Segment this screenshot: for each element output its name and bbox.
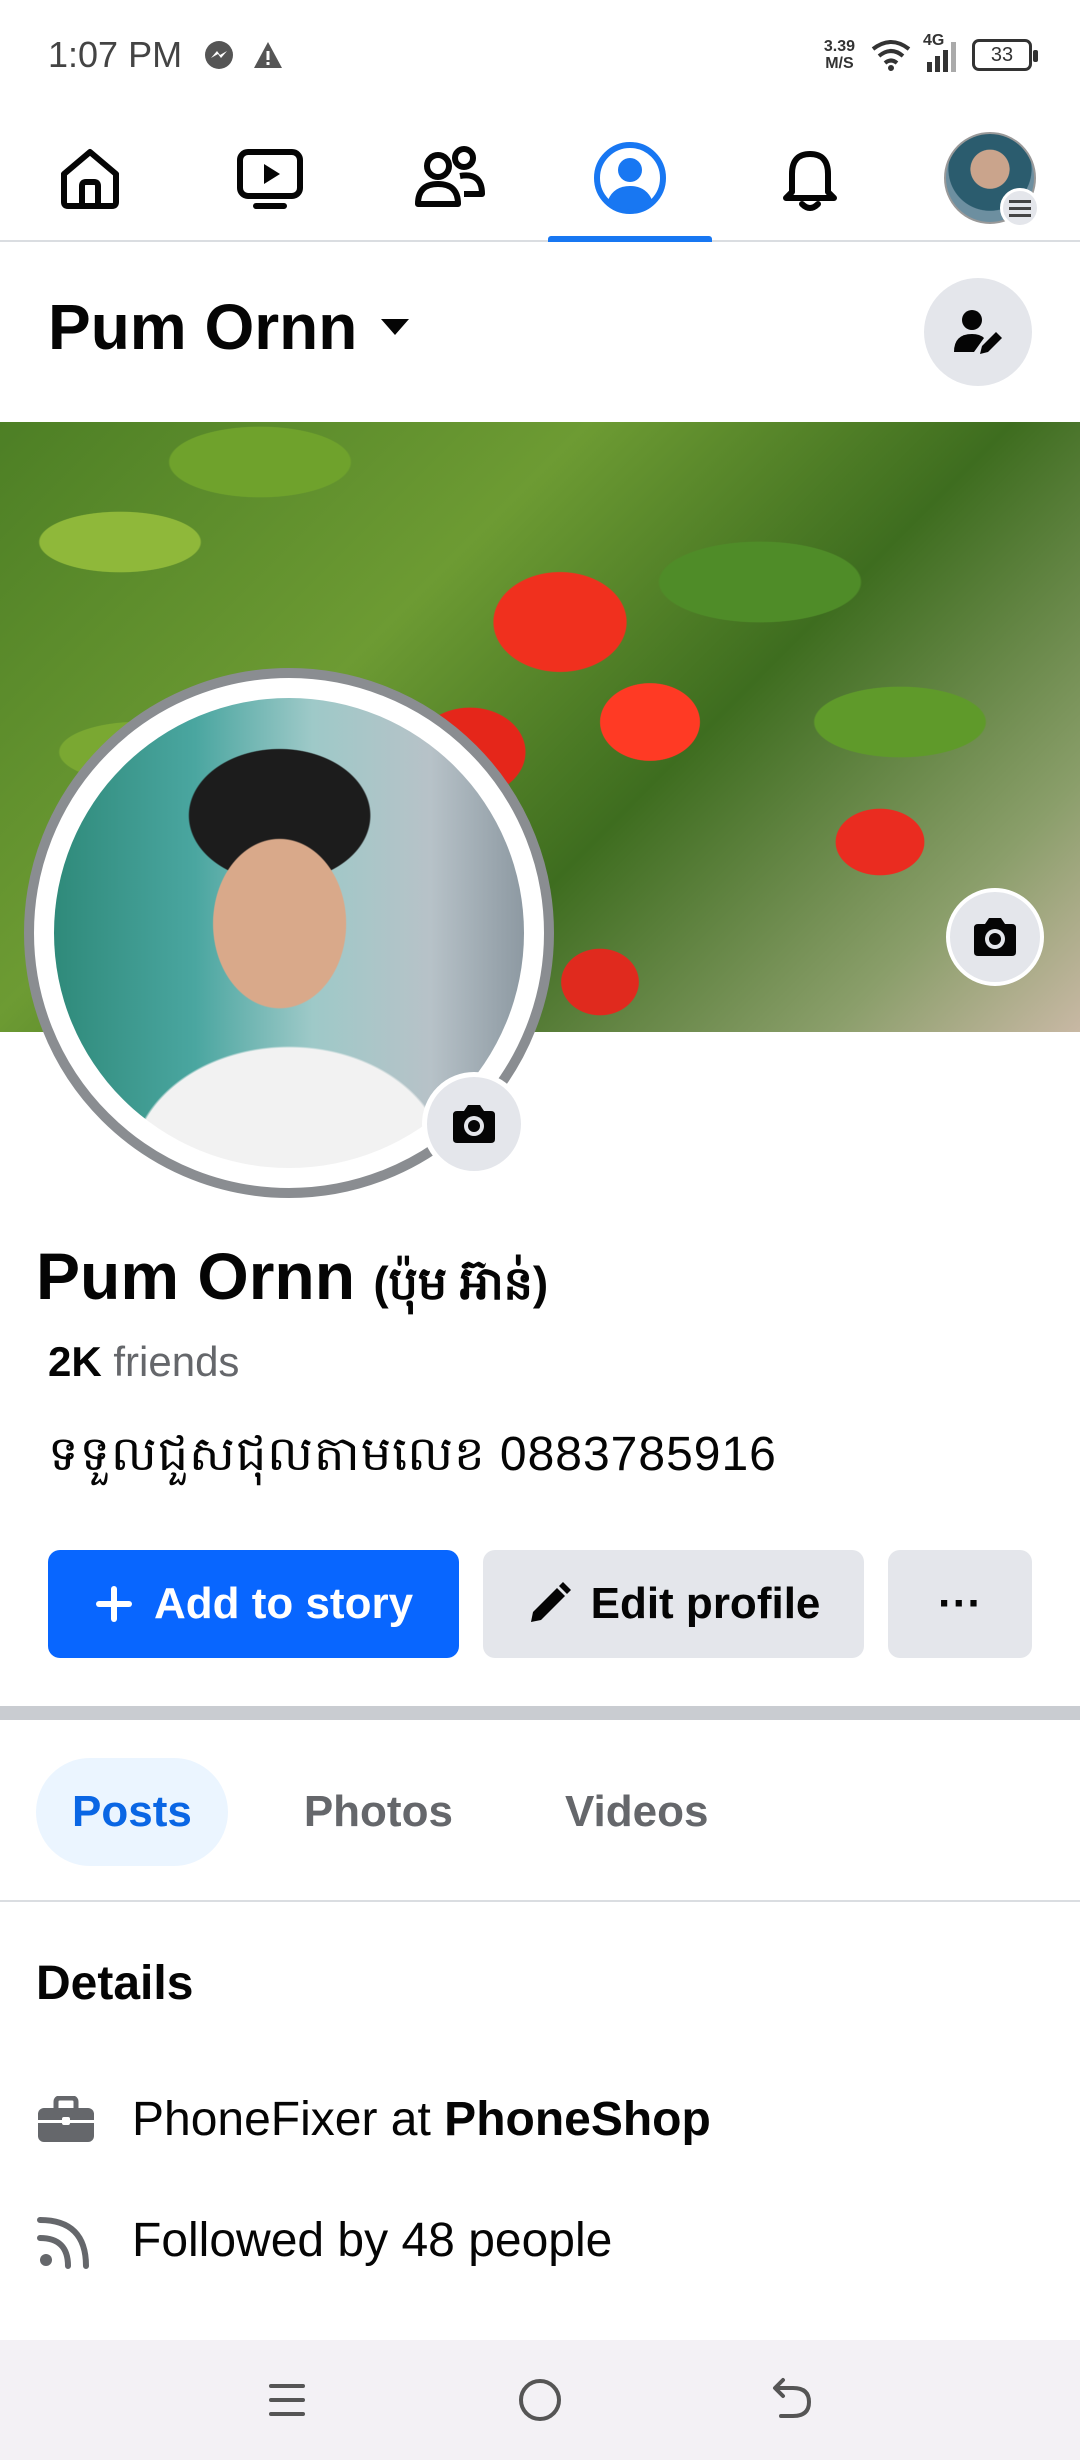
recent-apps-button[interactable] — [247, 2360, 327, 2440]
profile-alternate-name: (ប៉ុម អ៊ាន់) — [373, 1257, 549, 1309]
nav-video[interactable] — [180, 115, 360, 240]
profile-icon — [594, 141, 666, 214]
network-type: 4G — [923, 32, 945, 49]
bell-icon — [783, 150, 837, 211]
edit-profile-label: Edit profile — [590, 1579, 821, 1628]
friends-count-label: friends — [113, 1338, 240, 1385]
add-to-story-button[interactable]: Add to story — [48, 1550, 459, 1658]
camera-icon — [974, 918, 1016, 956]
section-divider — [0, 1706, 1080, 1720]
warning-icon — [254, 42, 283, 68]
detail-work-place: PhoneShop — [444, 2093, 711, 2146]
profile-name-text: Pum Ornn — [36, 1239, 356, 1313]
back-button[interactable] — [753, 2360, 833, 2440]
nav-friends[interactable] — [360, 115, 540, 240]
video-icon — [237, 148, 303, 209]
details-title: Details — [36, 1957, 194, 2010]
battery-level: 33 — [990, 43, 1014, 66]
tabs-divider — [0, 1900, 1080, 1902]
plus-icon — [95, 1586, 132, 1622]
tab-posts[interactable]: Posts — [36, 1758, 228, 1866]
status-time: 1:07 PM — [48, 34, 183, 75]
detail-work[interactable]: PhoneFixer at PhoneShop — [36, 2092, 711, 2147]
avatar-menu-icon — [944, 131, 1040, 228]
menu-badge-icon — [1000, 187, 1040, 228]
rss-icon — [37, 2217, 89, 2269]
profile-switcher[interactable]: Pum Ornn — [48, 290, 411, 364]
nav-notifications[interactable] — [720, 115, 900, 240]
nav-profile[interactable] — [540, 115, 720, 242]
menu-lines-icon — [268, 2384, 305, 2416]
tab-videos[interactable]: Videos — [529, 1758, 744, 1866]
camera-icon — [453, 1105, 495, 1143]
status-bar: 1:07 PM 3.39 M/S 4G 33 — [0, 0, 1080, 110]
profile-actions: Add to story Edit profile ··· — [48, 1550, 1032, 1658]
battery-icon: 33 — [972, 39, 1038, 71]
status-notification-icons — [204, 40, 284, 70]
nav-menu[interactable] — [900, 115, 1080, 240]
nav-home[interactable] — [0, 115, 180, 240]
pencil-icon — [530, 1582, 571, 1622]
person-edit-icon — [954, 310, 1002, 354]
detail-work-text: PhoneFixer at PhoneShop — [132, 2092, 711, 2147]
status-system-icons: 3.39 M/S 4G 33 — [824, 32, 1038, 72]
edit-profile-icon-button[interactable] — [924, 278, 1032, 386]
profile-name: Pum Ornn (ប៉ុម អ៊ាន់) — [36, 1238, 548, 1322]
messenger-icon — [205, 41, 234, 69]
cover-camera-button[interactable] — [946, 888, 1044, 986]
back-arrow-icon — [773, 2378, 812, 2418]
top-navigation — [0, 115, 1080, 242]
net-speed-unit: M/S — [825, 55, 854, 72]
friends-count-number: 2K — [48, 1338, 102, 1385]
tab-photos[interactable]: Photos — [268, 1758, 489, 1866]
detail-work-prefix: PhoneFixer at — [132, 2093, 445, 2146]
net-speed: 3.39 M/S — [824, 38, 855, 72]
add-to-story-label: Add to story — [153, 1579, 414, 1628]
briefcase-icon — [38, 2095, 94, 2142]
net-speed-value: 3.39 — [823, 38, 855, 55]
profile-tabs: Posts Photos Videos — [36, 1758, 744, 1866]
wifi-icon — [871, 40, 911, 71]
home-icon — [61, 148, 119, 209]
caret-down-icon — [381, 319, 410, 335]
circle-home-icon — [518, 2379, 561, 2421]
profile-camera-button[interactable] — [422, 1072, 526, 1176]
more-options-label: ··· — [938, 1579, 982, 1628]
detail-followers[interactable]: Followed by 48 people — [36, 2210, 612, 2270]
signal-icon: 4G — [923, 32, 956, 72]
friends-icon — [415, 145, 485, 207]
system-navigation-bar — [0, 2340, 1080, 2460]
home-button[interactable] — [500, 2360, 580, 2440]
detail-followers-text: Followed by 48 people — [132, 2213, 613, 2267]
header-title: Pum Ornn — [48, 291, 358, 363]
edit-profile-button[interactable]: Edit profile — [483, 1550, 864, 1658]
friends-count[interactable]: 2K friends — [48, 1338, 239, 1386]
profile-bio: ទទួលជួសជុលតាមលេខ 0883785916 — [48, 1428, 777, 1481]
more-options-button[interactable]: ··· — [888, 1550, 1032, 1658]
